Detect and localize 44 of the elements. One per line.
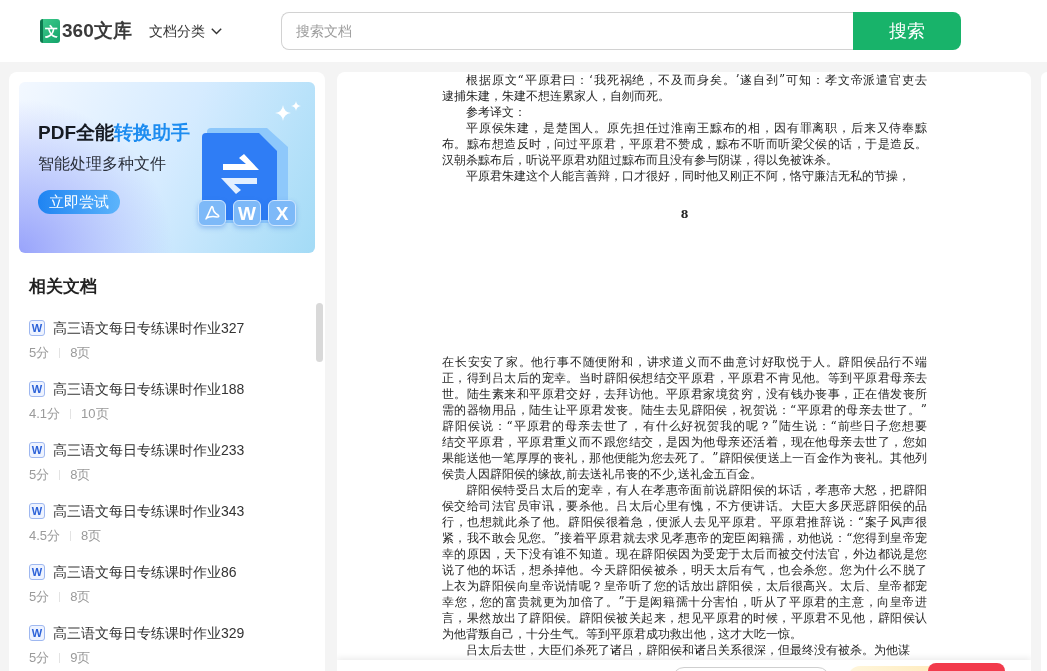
document-paragraph: 吕太后去世，大臣们杀死了诸吕，辟阳侯和诸吕关系很深，但最终没有被杀。为他谋 <box>465 642 911 658</box>
doc-title-link[interactable]: 高三语文每日专练课时作业86 <box>53 562 237 582</box>
doc-score: 5分 <box>29 649 50 667</box>
doc-page-count: 8页 <box>81 527 102 545</box>
word-file-badge: W <box>29 564 45 580</box>
doc-title-link[interactable]: 高三语文每日专练课时作业343 <box>53 501 245 521</box>
word-file-badge: W <box>29 625 45 641</box>
doc-score: 5分 <box>29 344 50 362</box>
page-number: 8 <box>680 208 689 222</box>
doc-title-link[interactable]: 高三语文每日专练课时作业327 <box>53 318 245 338</box>
document-paragraph: 根据原文“平原君曰：‘我死祸绝，不及而身矣。’遂自刭”可知：孝文帝派遣官吏去 逮捕朱建，朱建不想连累家人，自刎而死。 <box>442 72 927 104</box>
doc-page-count: 8页 <box>70 588 91 606</box>
doc-title-link[interactable]: 高三语文每日专练课时作业329 <box>53 623 245 643</box>
word-file-badge: W <box>29 320 45 336</box>
doc-score: 4.1分 <box>29 405 61 423</box>
doc-score: 5分 <box>29 588 50 606</box>
document-paragraph: 平原侯朱建，是楚国人。原先担任过淮南王黥布的相，因有罪离职，后来又侍奉黥 布。黥布想造反时，问过平原君，平原君不赞成，黥布不听而听梁父侯的话，于是造反。 汉朝杀黥布后，听说平原君劝阻过黥布而且没有参与阴谋，得以免被诛杀。 <box>442 120 927 168</box>
doc-page-count: 8页 <box>70 466 91 484</box>
doc-score: 4.5分 <box>29 527 61 545</box>
banner-subtitle: 智能处理多种文件 <box>38 154 166 174</box>
promo-banner[interactable]: PDF全能转换助手 智能处理多种文件 立即尝试 W X <box>19 82 315 253</box>
document-paragraph: 辟阳侯特受吕太后的宠幸，有人在孝惠帝面前说辟阳侯的坏话，孝惠帝大怒，把辟阳 侯交给司法官员审讯，要杀他。吕太后心里有愧，不方便讲话。大臣大多厌恶辟阳侯的品 行，也想就此杀了他。辟阳侯很着急，便派人去见平原君。平原君推辞说：“案子风声很 紧，我不敢会见您。”接着平原君就去求见孝惠帝的宠臣闳籍孺，劝他说：“您得到皇帝宠 幸的原因，天下没有谁不知道。现在辟阳侯因为受宠于太后而被交付法官，外边都说是您 说了他的坏话，想杀掉他。今天辟阳侯被杀，明天太后有气，也会杀您。您为什么不脱了 上衣为辟阳侯向皇帝说情呢？皇帝听了您的话放出辟阳侯，太后很高兴。太后、皇帝都宠 幸您，您的富贵就更为加倍了。”于是闳籍孺十分害怕，听从了平原君的主意，向皇帝进 言，果然放出了辟阳侯。辟阳侯被关起来，想见平原君的时候，平原君不见他，辟阳侯认 为他背叛自己，十分生气。等到平原君成功救出他，这才大吃一惊。 <box>442 482 927 642</box>
document-paragraph: 在长安安了家。他行事不随便附和，讲求道义而不曲意讨好取悦于人。辟阳侯品行不端 正，得到吕太后的宠幸。当时辟阳侯想结交平原君，平原君不肯见他。等到平原君母亲去 世。陆生素来和平原君交好，去拜访他。平原君家境贫穷，没有钱办丧事，正在借发丧所 需的器物用品，陆生让平原君发丧。陆生去见辟阳侯，祝贺说：“平原君的母亲去世了。” 辟阳侯说：“平原君的母亲去世了，有什么好祝贺我的呢？”陆生说：“前些日子您想要 结交平原君，平原君重义而不跟您结交，是因为他母亲还活着，现在他母亲去世了，您如 果能送他一笔厚厚的丧礼，那他便能为您去死了。”辟阳侯便送上一百金作为丧礼。其他列 侯贵人因辟阳侯的缘故,前去送礼吊丧的不少,送礼金五百金。 <box>442 354 927 482</box>
word-file-badge: W <box>29 381 45 397</box>
word-file-badge: W <box>29 503 45 519</box>
document-paragraph: 参考译文： <box>465 104 527 120</box>
pdf-icon <box>198 200 226 226</box>
logo-text[interactable]: 360文库 <box>62 19 132 43</box>
category-menu[interactable]: 文档分类 <box>148 20 222 42</box>
file-type-tile: W <box>233 200 261 226</box>
doc-page-count: 8页 <box>70 344 91 362</box>
search-field[interactable]: 搜索文档 <box>280 12 853 50</box>
document-paragraph: 平原君朱建这个人能言善辩，口才很好，同时他又刚正不阿，恪守廉洁无私的节操， <box>465 168 911 184</box>
doc-page-count: 9页 <box>70 649 91 667</box>
doc-title-link[interactable]: 高三语文每日专练课时作业188 <box>53 379 245 399</box>
chevron-down-icon <box>210 27 222 35</box>
word-file-badge: W <box>29 442 45 458</box>
section-title: 相关文档 <box>29 276 98 298</box>
file-type-tile: X <box>268 200 296 226</box>
doc-score: 5分 <box>29 466 50 484</box>
doc-page-count: 10页 <box>81 405 109 423</box>
doc-title-link[interactable]: 高三语文每日专练课时作业233 <box>53 440 245 460</box>
scrollbar[interactable] <box>316 303 323 362</box>
banner-title: PDF全能转换助手 <box>38 121 190 145</box>
